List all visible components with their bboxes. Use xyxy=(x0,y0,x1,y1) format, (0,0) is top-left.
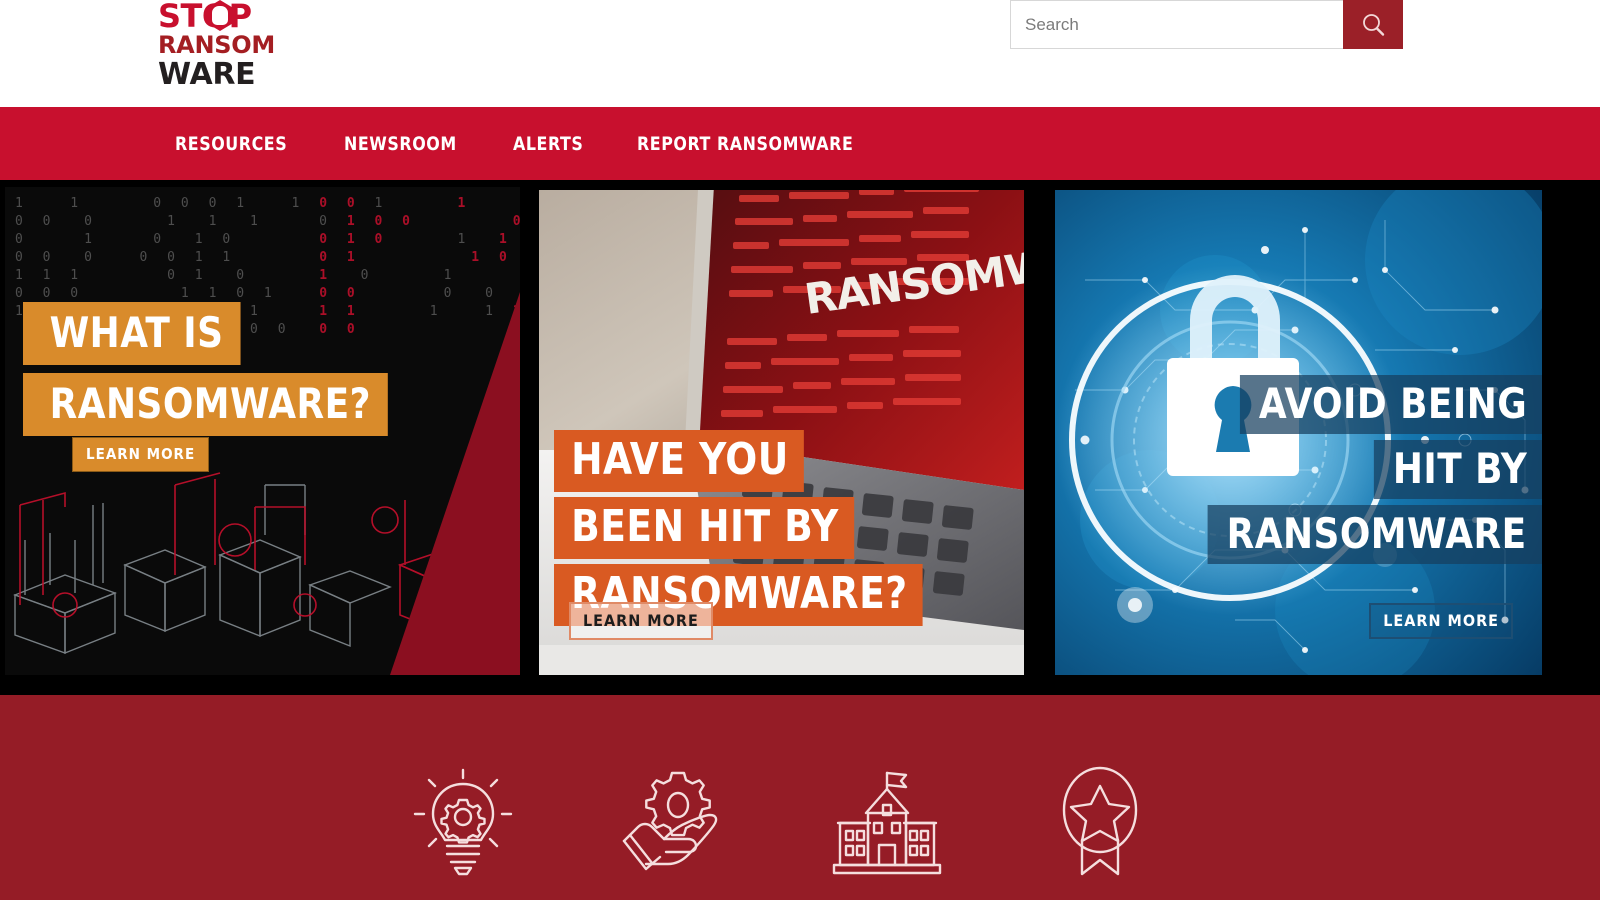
card1-learn-more-button[interactable]: LEARN MORE xyxy=(72,437,210,472)
card1-headline: WHAT IS RANSOMWARE? xyxy=(23,302,407,444)
card3-headline-line-3: RANSOMWARE xyxy=(1207,505,1542,564)
search-input[interactable] xyxy=(1010,0,1343,49)
feature-item-2[interactable] xyxy=(609,767,739,877)
feature-icon-band xyxy=(0,695,1600,900)
page-root: STOP RANSOM WARE RESOURCES NEWSROOM xyxy=(0,0,1600,900)
award-ribbon-star-icon xyxy=(1062,766,1138,876)
promo-card-band: 1 1 0 0 0 1 1 0 0 1 1 0 1 0 1 1 0 1 0 0 … xyxy=(0,180,1600,695)
search-icon xyxy=(1359,11,1387,39)
card3-learn-more-button[interactable]: LEARN MORE xyxy=(1369,603,1513,639)
hand-holding-gear-icon xyxy=(622,771,718,871)
logo-ware-text: WARE xyxy=(158,57,256,92)
nav-item-newsroom[interactable]: NEWSROOM xyxy=(344,133,457,155)
card2-headline-line-1: HAVE YOU xyxy=(554,430,804,492)
nav-item-alerts[interactable]: ALERTS xyxy=(513,133,583,155)
nav-item-report-ransomware[interactable]: REPORT RANSOMWARE xyxy=(637,133,853,155)
card1-headline-line-1: WHAT IS xyxy=(23,302,241,365)
feature-item-4[interactable] xyxy=(1035,766,1165,877)
site-logo[interactable]: STOP RANSOM WARE xyxy=(158,0,276,92)
main-navigation: RESOURCES NEWSROOM ALERTS REPORT RANSOMW… xyxy=(0,107,1600,180)
card3-headline-line-2: HIT BY xyxy=(1373,440,1542,499)
card2-headline-line-2: BEEN HIT BY xyxy=(554,497,854,559)
search-button[interactable] xyxy=(1343,0,1403,49)
site-header: STOP RANSOM WARE xyxy=(0,0,1600,107)
card3-headline: AVOID BEING HIT BY RANSOMWARE xyxy=(1190,375,1542,570)
card1-headline-line-2: RANSOMWARE? xyxy=(23,373,389,436)
nav-item-resources[interactable]: RESOURCES xyxy=(175,133,287,155)
nav-list: RESOURCES NEWSROOM ALERTS REPORT RANSOMW… xyxy=(175,133,917,155)
search-form xyxy=(1010,0,1403,49)
promo-card-avoid-being-hit[interactable]: AVOID BEING HIT BY RANSOMWARE LEARN MORE xyxy=(1055,190,1542,675)
logo-ransom-text: RANSOM xyxy=(158,31,275,59)
feature-item-3[interactable] xyxy=(822,767,952,877)
feature-item-1[interactable] xyxy=(398,767,528,877)
lightbulb-gear-icon xyxy=(411,768,515,876)
card2-headline: HAVE YOU BEEN HIT BY RANSOMWARE? xyxy=(554,430,942,631)
icon-row xyxy=(0,695,1600,900)
card3-headline-line-1: AVOID BEING xyxy=(1239,375,1542,434)
promo-card-have-you-been-hit[interactable]: RANSOMWA HAVE YOU BEEN HIT BY RANSOMWARE… xyxy=(539,190,1024,675)
government-building-icon xyxy=(832,771,942,875)
promo-card-what-is-ransomware[interactable]: 1 1 0 0 0 1 1 0 0 1 1 0 1 0 1 1 0 1 0 0 … xyxy=(5,187,520,675)
bug-legs-shape xyxy=(214,8,226,23)
card2-learn-more-button[interactable]: LEARN MORE xyxy=(569,602,713,640)
